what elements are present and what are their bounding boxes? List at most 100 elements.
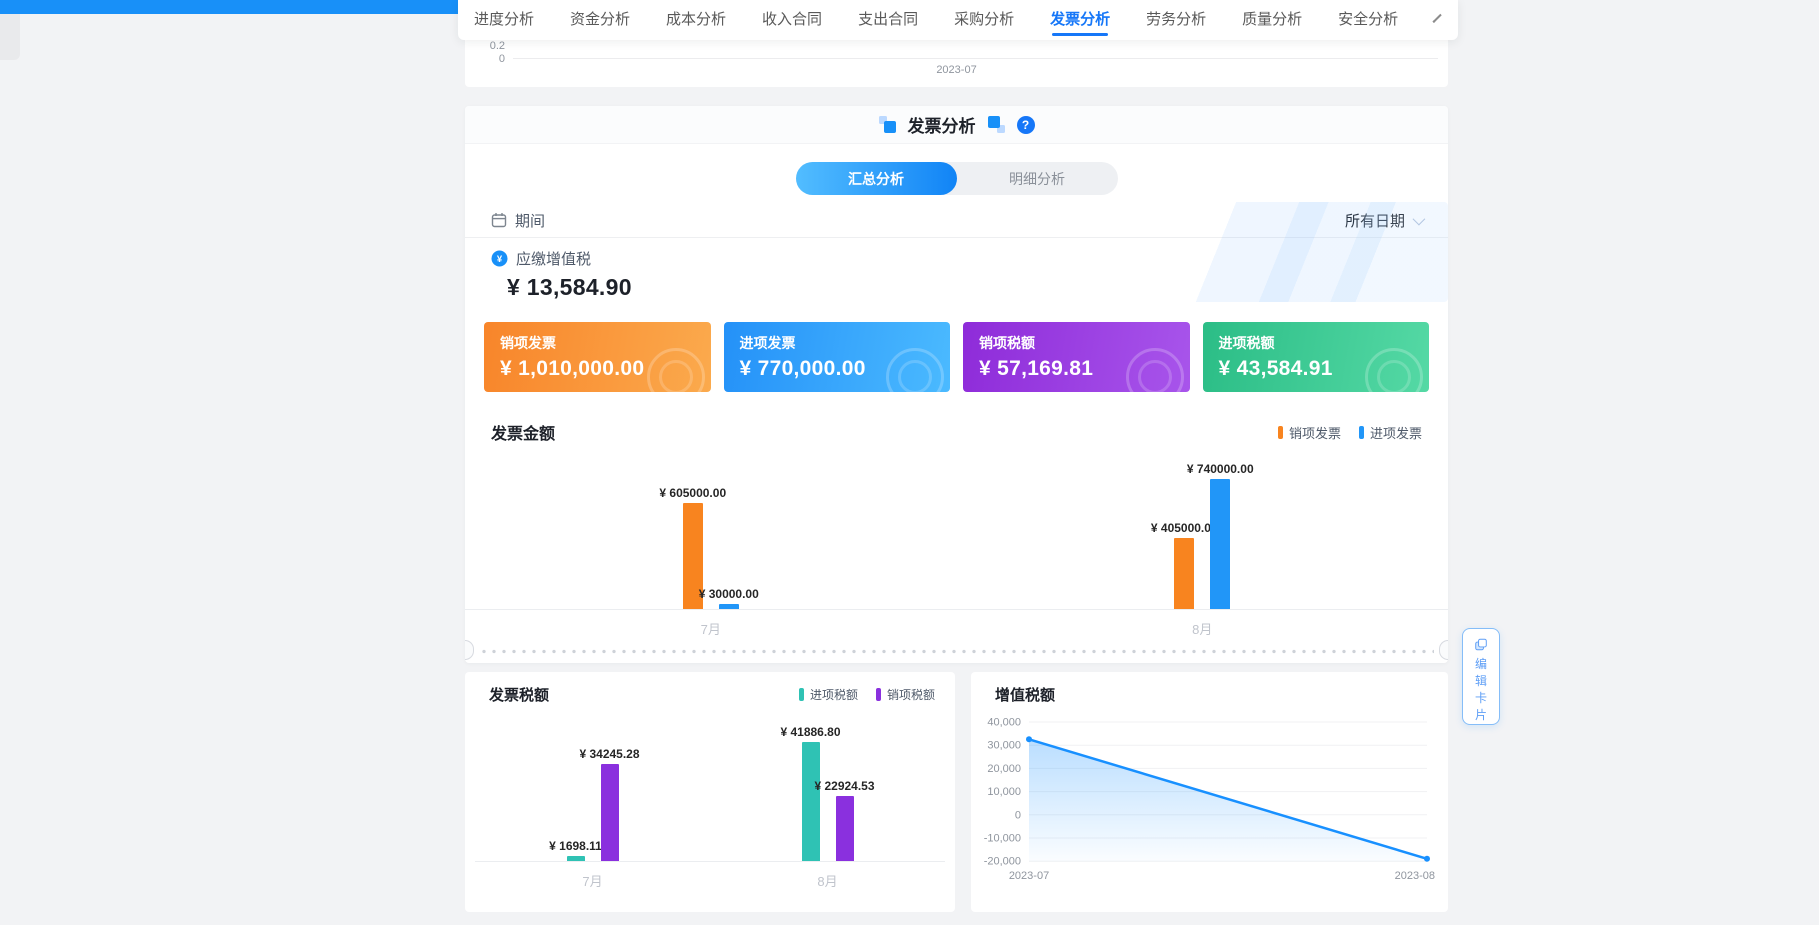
bar-销项税额: ¥ 22924.53 — [836, 796, 854, 861]
bar-value-label: ¥ 22924.53 — [814, 779, 874, 793]
bar-进项发票: ¥ 30000.00 — [719, 604, 739, 609]
bar-group-8月: ¥ 405000.00 ¥ 740000.00 — [1174, 450, 1230, 609]
svg-text:¥: ¥ — [497, 254, 503, 265]
date-range-select[interactable]: 所有日期 — [1345, 210, 1422, 231]
previous-chart-remnant: 0.2 0 2023-07 — [465, 40, 1448, 87]
legend-marker-icon — [1359, 426, 1364, 439]
edit-cards-label: 编辑卡片 — [1475, 656, 1487, 724]
card-input-invoice: 进项发票 ¥ 770,000.00 — [724, 322, 951, 392]
tab-funds-analysis[interactable]: 资金分析 — [570, 0, 630, 40]
prev-chart-x-label: 2023-07 — [465, 64, 1448, 76]
legend-marker-icon — [1278, 426, 1283, 439]
tab-procurement-analysis[interactable]: 采购分析 — [954, 0, 1014, 40]
divider — [465, 237, 1448, 238]
svg-text:-10,000: -10,000 — [984, 833, 1021, 845]
title-deco-squares-icon — [988, 116, 1005, 133]
title-deco-squares-icon — [879, 116, 896, 133]
vat-amount-chart-header: 增值税额 — [995, 684, 1428, 705]
legend-item[interactable]: 销项税额 — [876, 686, 935, 703]
legend-item[interactable]: 进项发票 — [1359, 423, 1422, 442]
tab-income-contract[interactable]: 收入合同 — [762, 0, 822, 40]
bar-value-label: ¥ 740000.00 — [1187, 462, 1254, 476]
bar-value-label: ¥ 605000.00 — [659, 486, 726, 500]
help-icon[interactable]: ? — [1017, 116, 1035, 134]
bar-value-label: ¥ 30000.00 — [699, 587, 759, 601]
chevron-down-icon — [1413, 212, 1426, 225]
bar-value-label: ¥ 34245.28 — [579, 747, 639, 761]
prev-chart-tick: 0.2 — [471, 40, 505, 52]
chart-title: 发票金额 — [491, 420, 555, 444]
legend-label: 进项发票 — [1370, 423, 1422, 442]
svg-text:30,000: 30,000 — [987, 740, 1021, 752]
vat-amount-panel: 增值税额 40,00030,00020,00010,0000-10,000-20… — [971, 672, 1448, 912]
edit-cards-icon — [1473, 638, 1489, 651]
legend-marker-icon — [876, 688, 881, 701]
toggle-summary-analysis[interactable]: 汇总分析 — [796, 162, 957, 195]
nav-collapse-chevron-icon[interactable] — [1433, 13, 1442, 22]
card-watermark-icon — [886, 348, 944, 392]
calendar-icon — [491, 212, 507, 228]
prev-chart-axis-line — [513, 58, 1438, 59]
chart-title: 发票税额 — [489, 684, 549, 705]
tab-safety-analysis[interactable]: 安全分析 — [1338, 0, 1398, 40]
top-blue-strip — [0, 0, 462, 14]
card-watermark-icon — [1365, 348, 1423, 392]
legend-label: 销项发票 — [1289, 423, 1341, 442]
svg-text:-20,000: -20,000 — [984, 856, 1021, 868]
period-filter-row: 期间 所有日期 — [491, 206, 1422, 234]
vat-due-row: ¥ 应缴增值税 — [491, 248, 591, 269]
svg-text:10,000: 10,000 — [987, 786, 1021, 798]
legend-label: 进项税额 — [810, 686, 858, 703]
chart-legend: 销项发票 进项发票 — [1278, 423, 1422, 442]
invoice-tax-bar-plot: ¥ 1698.11¥ 34245.28¥ 41886.80¥ 22924.53 — [475, 720, 945, 862]
card-watermark-icon — [647, 348, 705, 392]
vat-amount-line-chart: 40,00030,00020,00010,0000-10,000-20,0002… — [977, 710, 1439, 890]
legend-item[interactable]: 进项税额 — [799, 686, 858, 703]
tab-labor-analysis[interactable]: 劳务分析 — [1146, 0, 1206, 40]
bar-进项税额: ¥ 41886.80 — [802, 742, 820, 861]
coin-icon: ¥ — [491, 250, 508, 267]
bar-value-label: ¥ 1698.11 — [549, 839, 602, 853]
chart-title: 增值税额 — [995, 684, 1055, 705]
x-axis-label: 7月 — [701, 619, 721, 638]
invoice-tax-chart-header: 发票税额 进项税额 销项税额 — [489, 684, 935, 705]
page-title: 发票分析 — [908, 112, 976, 137]
card-input-tax: 进项税额 ¥ 43,584.91 — [1203, 322, 1430, 392]
tab-progress-analysis[interactable]: 进度分析 — [474, 0, 534, 40]
invoice-analysis-panel: 发票分析 ? 汇总分析 明细分析 期间 所有日期 — [465, 106, 1448, 663]
bar-进项税额: ¥ 1698.11 — [567, 856, 585, 861]
card-sales-tax: 销项税额 ¥ 57,169.81 — [963, 322, 1190, 392]
summary-cards-row: 销项发票 ¥ 1,010,000.00 进项发票 ¥ 770,000.00 销项… — [484, 322, 1429, 392]
bar-value-label: ¥ 405000.00 — [1151, 521, 1218, 535]
svg-text:2023-08: 2023-08 — [1395, 870, 1435, 882]
separator-handle-left[interactable] — [465, 640, 474, 660]
tab-invoice-analysis[interactable]: 发票分析 — [1050, 0, 1110, 40]
bar-group-8月: ¥ 41886.80 ¥ 22924.53 — [802, 720, 854, 861]
legend-label: 销项税额 — [887, 686, 935, 703]
chart-legend: 进项税额 销项税额 — [799, 686, 935, 703]
tab-cost-analysis[interactable]: 成本分析 — [666, 0, 726, 40]
bar-销项发票: ¥ 405000.00 — [1174, 538, 1194, 609]
card-sales-invoice: 销项发票 ¥ 1,010,000.00 — [484, 322, 711, 392]
invoice-amount-x-axis: 7月8月 — [465, 619, 1448, 638]
toggle-detail-analysis[interactable]: 明细分析 — [957, 162, 1118, 195]
svg-text:0: 0 — [1015, 809, 1021, 821]
bar-销项税额: ¥ 34245.28 — [601, 764, 619, 861]
svg-text:20,000: 20,000 — [987, 763, 1021, 775]
period-label: 期间 — [515, 210, 545, 231]
edit-cards-button[interactable]: 编辑卡片 — [1462, 628, 1500, 725]
tab-expense-contract[interactable]: 支出合同 — [858, 0, 918, 40]
invoice-tax-panel: 发票税额 进项税额销项税额 ¥ 1698.11¥ 34245.28¥ 41886… — [465, 672, 955, 912]
bar-进项发票: ¥ 740000.00 — [1210, 479, 1230, 609]
view-mode-toggle: 汇总分析 明细分析 — [796, 162, 1118, 195]
tab-quality-analysis[interactable]: 质量分析 — [1242, 0, 1302, 40]
bar-value-label: ¥ 41886.80 — [780, 725, 840, 739]
legend-item[interactable]: 销项发票 — [1278, 423, 1341, 442]
separator-handle-right[interactable] — [1439, 640, 1448, 660]
x-axis-label: 7月 — [582, 871, 602, 890]
panel-header: 发票分析 ? — [465, 106, 1448, 144]
vat-due-label: 应缴增值税 — [516, 248, 591, 269]
invoice-amount-bar-plot: ¥ 605000.00¥ 30000.00¥ 405000.00¥ 740000… — [465, 450, 1448, 610]
vat-due-value: ¥ 13,584.90 — [507, 274, 632, 301]
invoice-amount-chart-header: 发票金额 销项发票 进项发票 — [491, 420, 1422, 444]
